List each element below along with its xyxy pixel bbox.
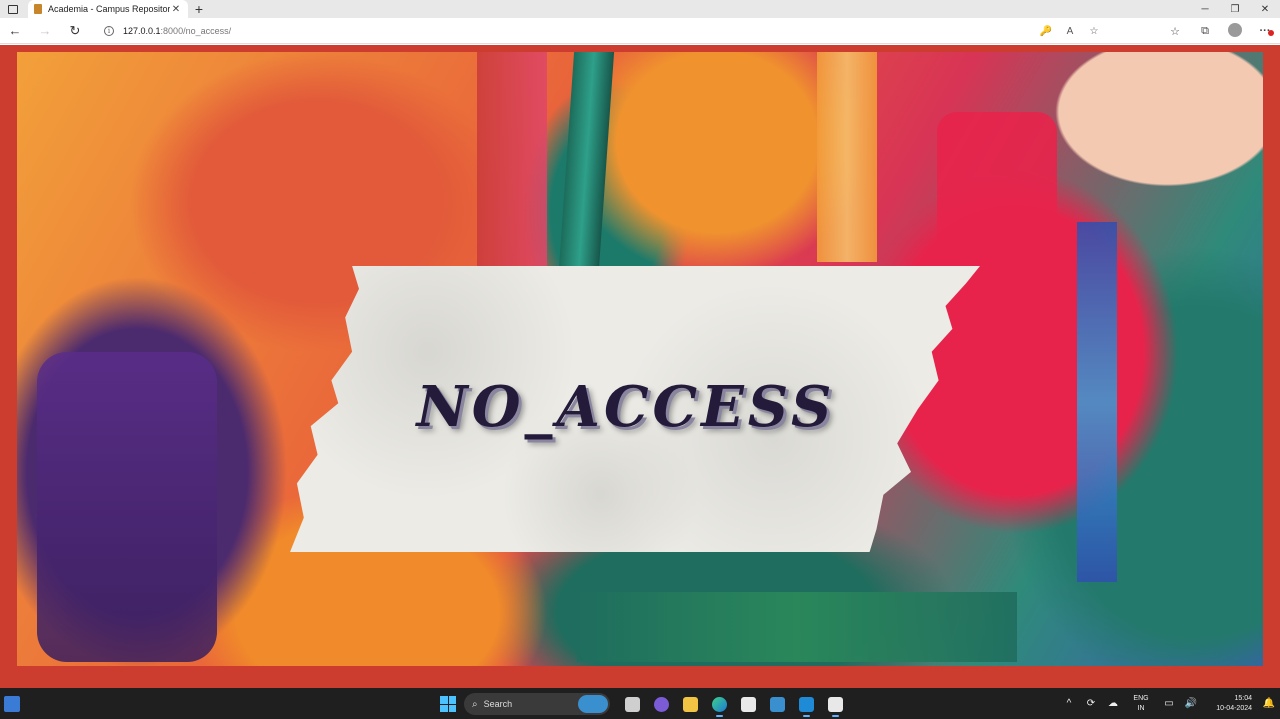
paint-streak-red (937, 112, 1057, 362)
task-view-icon (625, 696, 640, 712)
windows-logo-icon (440, 696, 448, 704)
tab-active[interactable]: Academia - Campus Repository ✕ (28, 0, 188, 18)
browser-toolbar: ← → ↻ i 127.0.0.1:8000/no_access/ 🔑 A ☆ … (0, 18, 1280, 44)
notification-badge (1268, 30, 1274, 36)
cloud-icon[interactable]: ☁ (1102, 698, 1124, 709)
search-label: Search (483, 699, 513, 709)
book-icon (34, 4, 42, 14)
page-background: NO_ACCESS (0, 45, 1280, 688)
minimize-button[interactable]: ─ (1190, 0, 1220, 18)
collections-icon[interactable]: ⧉ (1190, 25, 1220, 38)
close-tab-icon[interactable]: ✕ (170, 4, 182, 15)
refresh-button[interactable]: ↻ (60, 18, 90, 44)
tab-strip: Academia - Campus Repository ✕ + ─ ❐ ✕ (0, 0, 1280, 18)
url-path: :8000/no_access/ (160, 26, 232, 36)
photos-icon (770, 696, 785, 712)
language-indicator[interactable]: ENG IN (1124, 694, 1158, 714)
paint-streak-pink (477, 52, 547, 282)
taskbar-search[interactable]: ⌕ Search (464, 693, 610, 715)
teams-button[interactable] (647, 694, 676, 714)
store-button[interactable] (734, 694, 763, 714)
notifications-icon[interactable]: 🔔 (1258, 698, 1280, 709)
snipping-tool-button[interactable] (821, 694, 850, 717)
paint-streak-blue (1077, 222, 1117, 582)
back-button[interactable]: ← (0, 18, 30, 44)
search-icon: ⌕ (472, 698, 478, 710)
address-bar-icons: 🔑 A ☆ (1034, 21, 1106, 41)
page-title: NO_ACCESS (416, 374, 836, 440)
close-window-button[interactable]: ✕ (1250, 0, 1280, 18)
add-favorite-icon[interactable]: ☆ (1082, 26, 1106, 37)
key-icon[interactable]: 🔑 (1034, 26, 1058, 37)
snipping-tool-icon (828, 696, 843, 712)
favorites-icon[interactable]: ☆ (1160, 25, 1190, 38)
tab-actions-button[interactable] (0, 0, 26, 18)
search-highlight-icon (578, 695, 608, 713)
widgets-icon[interactable] (4, 696, 20, 712)
window-controls: ─ ❐ ✕ (1190, 0, 1280, 18)
read-aloud-icon[interactable]: A (1058, 26, 1082, 37)
avatar (1228, 22, 1242, 37)
toolbar-right: ☆ ⧉ ··· (1160, 18, 1280, 44)
clock-time: 15:04 (1234, 694, 1252, 702)
settings-menu-button[interactable]: ··· (1250, 25, 1280, 37)
edge-button[interactable] (705, 694, 734, 717)
vscode-button[interactable] (792, 694, 821, 717)
show-hidden-icons-button[interactable]: ^ (1058, 698, 1080, 709)
restore-button[interactable]: ❐ (1220, 0, 1250, 18)
vscode-icon (799, 696, 814, 712)
clock-date: 10-04-2024 (1216, 704, 1252, 712)
teams-icon (654, 696, 669, 712)
tab-title: Academia - Campus Repository (48, 4, 170, 14)
volume-icon[interactable]: 🔊 (1180, 698, 1202, 709)
paint-streak-purple (37, 352, 217, 662)
forward-button[interactable]: → (30, 18, 60, 44)
region-code: IN (1137, 704, 1145, 712)
profile-button[interactable] (1220, 22, 1250, 40)
folder-icon (683, 696, 698, 712)
paint-streak-green (577, 592, 1017, 662)
store-icon (741, 696, 756, 712)
taskbar-apps (618, 694, 850, 717)
file-explorer-button[interactable] (676, 694, 705, 714)
task-view-button[interactable] (618, 694, 647, 714)
photos-button[interactable] (763, 694, 792, 714)
new-tab-button[interactable]: + (188, 0, 210, 18)
url-host: 127.0.0.1 (123, 26, 161, 36)
start-button[interactable] (440, 696, 456, 712)
sync-icon[interactable]: ⟳ (1080, 698, 1102, 709)
info-icon[interactable]: i (104, 26, 114, 36)
clock[interactable]: 15:04 10-04-2024 (1202, 694, 1258, 714)
network-icon[interactable]: ▭ (1158, 698, 1180, 709)
address-bar[interactable]: i 127.0.0.1:8000/no_access/ 🔑 A ☆ (96, 21, 1106, 41)
tab-actions-icon (8, 4, 18, 14)
system-tray: ^ ⟳ ☁ ENG IN ▭ 🔊 15:04 10-04-2024 🔔 (1058, 688, 1280, 719)
taskbar: ⌕ Search ^ ⟳ ☁ ENG IN ▭ 🔊 15:04 10-04-2024… (0, 688, 1280, 719)
edge-icon (712, 696, 727, 712)
paint-streak-orange (817, 52, 877, 262)
language-code: ENG (1133, 694, 1149, 702)
